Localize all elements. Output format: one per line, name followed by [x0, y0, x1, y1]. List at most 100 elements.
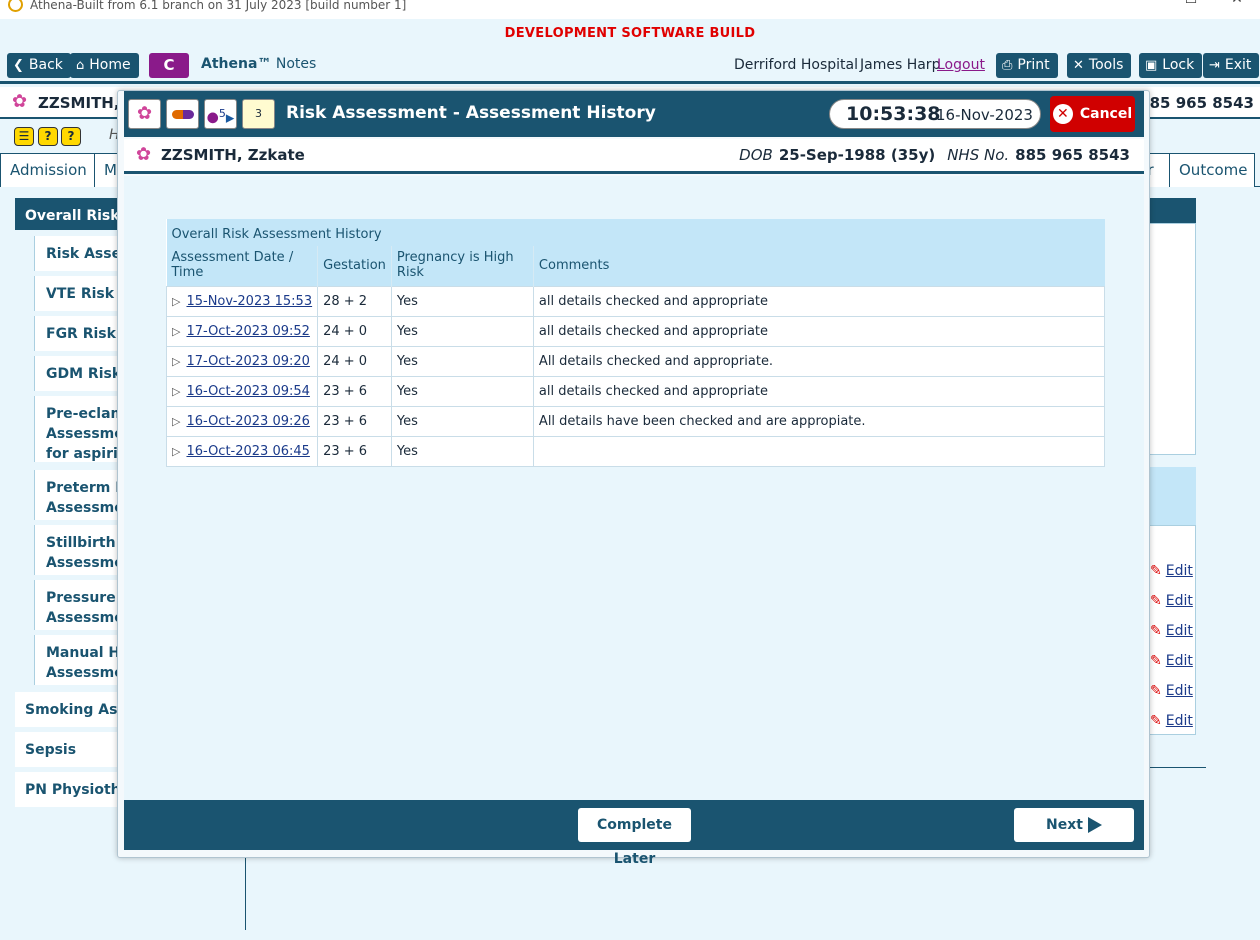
- chevron-left-icon: ❮: [13, 58, 24, 73]
- dob-label: DOB: [739, 146, 773, 164]
- tools-icon: ✕: [1073, 58, 1084, 73]
- tools-label: Tools: [1088, 57, 1124, 73]
- pencil-icon: ✎: [1150, 593, 1162, 609]
- pregnancy-icon[interactable]: ●5▶: [204, 99, 237, 129]
- column-header-comments: Comments: [532, 246, 1105, 287]
- tab-outcome[interactable]: Outcome: [1169, 153, 1255, 187]
- pencil-icon: ✎: [1150, 713, 1162, 729]
- current-date: 16-Nov-2023: [936, 106, 1033, 124]
- edit-link[interactable]: ✎ Edit: [1150, 713, 1193, 729]
- column-header-date: Assessment Date / Time: [166, 246, 318, 287]
- high-risk-cell: Yes: [390, 406, 534, 437]
- table-row: ▷ 17-Oct-2023 09:20 24 + 0 Yes All detail…: [165, 346, 1106, 377]
- edit-link[interactable]: ✎ Edit: [1150, 653, 1193, 669]
- pencil-icon: ✎: [1150, 623, 1162, 639]
- expand-triangle-icon[interactable]: ▷: [172, 355, 180, 368]
- dialog-title: Risk Assessment - Assessment History: [286, 103, 656, 123]
- assessment-history-table: Overall Risk Assessment History Assessme…: [165, 219, 1106, 467]
- edit-link[interactable]: ✎ Edit: [1150, 563, 1193, 579]
- print-label: Print: [1017, 57, 1050, 73]
- comment-cell: all details checked and appropriate: [532, 286, 1106, 317]
- edit-link[interactable]: ✎ Edit: [1150, 683, 1193, 699]
- assessment-history-dialog: ✿ ●5▶ 3 Risk Assessment - Assessment His…: [117, 90, 1150, 867]
- comment-cell: [532, 436, 1106, 467]
- assessment-date-link[interactable]: 17-Oct-2023 09:20: [186, 354, 309, 369]
- expand-triangle-icon[interactable]: ▷: [172, 445, 180, 458]
- question-alert-icon[interactable]: ?: [38, 127, 58, 146]
- window-controls: — ☐ ✕: [1122, 0, 1260, 6]
- expand-triangle-icon[interactable]: ▷: [172, 295, 180, 308]
- minimize-icon[interactable]: —: [1122, 0, 1168, 6]
- window-title: Athena-Built from 6.1 branch on 31 July …: [30, 0, 407, 12]
- cancel-x-icon: ✕: [1052, 104, 1073, 124]
- print-button[interactable]: ⎙ Print: [996, 53, 1058, 78]
- background-divider: [1148, 767, 1206, 768]
- expand-triangle-icon[interactable]: ▷: [172, 325, 180, 338]
- maximize-icon[interactable]: ☐: [1168, 0, 1214, 6]
- edit-label: Edit: [1165, 683, 1193, 699]
- dialog-footer: Complete Later Next: [124, 800, 1144, 867]
- next-label: Next: [1046, 817, 1083, 833]
- flower-icon: ✿: [136, 144, 152, 165]
- question-alert-icon-2[interactable]: ?: [61, 127, 81, 146]
- cancel-button[interactable]: ✕ Cancel: [1050, 96, 1135, 132]
- gestation-cell: 23 + 6: [317, 406, 392, 437]
- dialog-header: ✿ ●5▶ 3 Risk Assessment - Assessment His…: [124, 91, 1144, 137]
- user-name: James Harp: [860, 57, 941, 73]
- logout-link[interactable]: Logout: [937, 57, 985, 73]
- brand-notes: Notes: [275, 56, 317, 72]
- notes-icon[interactable]: 3: [242, 99, 275, 129]
- table-caption: Overall Risk Assessment History: [166, 219, 1105, 246]
- gestation-cell: 24 + 0: [317, 346, 392, 377]
- cancel-label: Cancel: [1079, 106, 1133, 122]
- complete-later-button[interactable]: Complete Later: [578, 808, 691, 867]
- home-button[interactable]: ⌂ Home: [70, 53, 139, 78]
- nhs-value: 885 965 8543: [1015, 146, 1130, 164]
- nhs-label: NHS No.: [947, 146, 1010, 164]
- patient-identifiers: DOB 25-Sep-1988 (35y) NHS No. 885 965 8543: [739, 146, 1130, 164]
- athena-brand: Athena™ Notes: [201, 56, 316, 72]
- assessment-date-link[interactable]: 17-Oct-2023 09:52: [186, 324, 309, 339]
- edit-link[interactable]: ✎ Edit: [1150, 593, 1193, 609]
- assessment-date-link[interactable]: 16-Oct-2023 09:26: [186, 414, 309, 429]
- date-cell: ▷ 16-Oct-2023 09:54: [165, 376, 319, 407]
- exit-button[interactable]: ⇥ Exit: [1203, 53, 1260, 78]
- pencil-icon: ✎: [1150, 653, 1162, 669]
- c-button[interactable]: C: [149, 53, 189, 78]
- gestation-cell: 23 + 6: [317, 436, 392, 467]
- high-risk-cell: Yes: [390, 376, 534, 407]
- assessment-date-link[interactable]: 16-Oct-2023 09:54: [186, 384, 309, 399]
- assessment-date-link[interactable]: 16-Oct-2023 06:45: [186, 444, 309, 459]
- next-button[interactable]: Next: [1014, 808, 1134, 842]
- comment-cell: All details have been checked and are ap…: [532, 406, 1106, 437]
- back-button[interactable]: ❮ Back: [7, 53, 71, 78]
- edit-link[interactable]: ✎ Edit: [1150, 623, 1193, 639]
- table-body: ▷ 15-Nov-2023 15:53 28 + 2 Yes all detail…: [165, 286, 1106, 467]
- background-panel-header-2: [1148, 467, 1196, 525]
- date-cell: ▷ 16-Oct-2023 06:45: [165, 436, 319, 467]
- assessment-date-link[interactable]: 15-Nov-2023 15:53: [186, 294, 312, 309]
- pencil-icon: ✎: [1150, 683, 1162, 699]
- flower-icon[interactable]: ✿: [128, 99, 161, 129]
- main-toolbar: ❮ Back ⌂ Home C Athena™ Notes Derriford …: [0, 48, 1260, 84]
- close-window-icon[interactable]: ✕: [1214, 0, 1260, 6]
- date-cell: ▷ 16-Oct-2023 09:26: [165, 406, 319, 437]
- brand-name: Athena™: [201, 56, 272, 72]
- printer-icon: ⎙: [1002, 58, 1013, 73]
- list-alert-icon[interactable]: ☰: [14, 127, 34, 146]
- expand-triangle-icon[interactable]: ▷: [172, 385, 180, 398]
- high-risk-cell: Yes: [390, 286, 534, 317]
- lock-icon: ▣: [1145, 58, 1158, 73]
- medication-icon[interactable]: [166, 99, 199, 129]
- tab-admission[interactable]: Admission: [0, 153, 95, 187]
- edit-label: Edit: [1165, 563, 1193, 579]
- gestation-cell: 28 + 2: [317, 286, 392, 317]
- clock-display: 10:53:38 16-Nov-2023: [829, 99, 1041, 129]
- expand-triangle-icon[interactable]: ▷: [172, 415, 180, 428]
- table-row: ▷ 16-Oct-2023 06:45 23 + 6 Yes: [165, 436, 1106, 467]
- exit-label: Exit: [1224, 57, 1252, 73]
- lock-button[interactable]: ▣ Lock: [1139, 53, 1203, 78]
- tools-button[interactable]: ✕ Tools: [1067, 53, 1132, 78]
- high-risk-cell: Yes: [390, 436, 534, 467]
- edit-label: Edit: [1165, 623, 1193, 639]
